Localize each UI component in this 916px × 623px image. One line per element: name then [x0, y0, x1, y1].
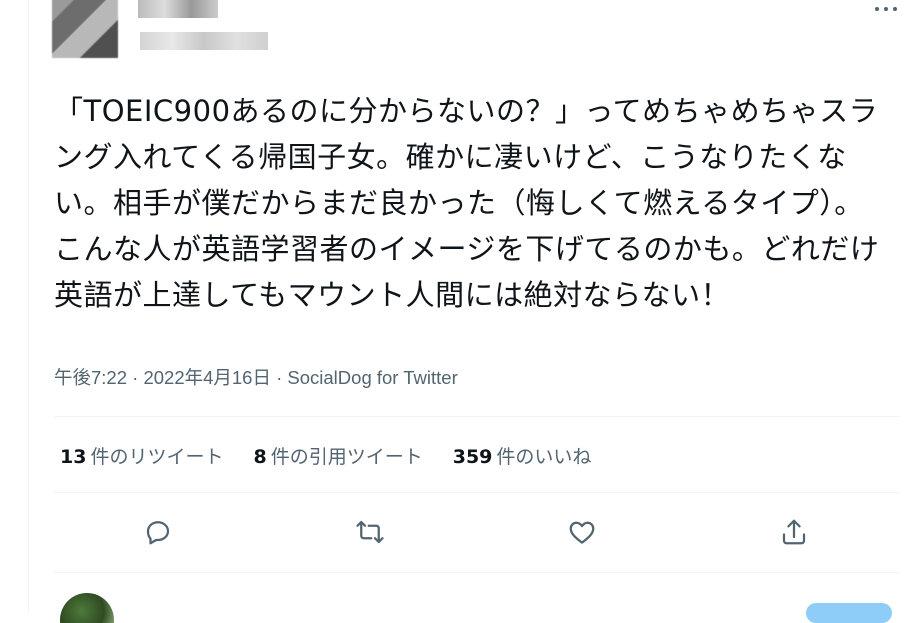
tweet-text: 「TOEIC900あるのに分からないの？」ってめちゃめちゃスラング入れてくる帰国…	[54, 94, 880, 312]
heart-icon	[569, 521, 595, 544]
reply-icon	[146, 521, 170, 545]
divider	[54, 572, 900, 573]
share-button[interactable]	[774, 512, 814, 552]
reply-submit-button[interactable]	[806, 603, 892, 623]
quote-stat[interactable]: 8 件の引用ツイート	[253, 442, 422, 469]
reply-button[interactable]	[138, 512, 178, 552]
retweet-label: 件のリツイート	[90, 446, 224, 468]
like-count: 359	[452, 446, 493, 468]
tweet-stats: 13 件のリツイート 8 件の引用ツイート 359 件のいいね	[60, 442, 591, 469]
retweet-count: 13	[60, 446, 87, 468]
avatar[interactable]	[52, 0, 118, 58]
retweet-icon	[356, 520, 384, 544]
divider	[54, 492, 900, 493]
more-icon[interactable]	[874, 0, 900, 18]
divider	[54, 416, 900, 417]
tweet-actions	[130, 512, 850, 552]
reply-composer-avatar[interactable]	[60, 593, 114, 623]
retweet-stat[interactable]: 13 件のリツイート	[60, 442, 223, 469]
like-label: 件のいいね	[496, 446, 592, 468]
retweet-button[interactable]	[350, 512, 390, 552]
quote-count: 8	[253, 446, 267, 468]
display-name-blurred[interactable]	[138, 0, 218, 18]
timeline-border	[28, 0, 29, 612]
like-button[interactable]	[562, 512, 602, 552]
like-stat[interactable]: 359 件のいいね	[453, 442, 592, 469]
username-blurred[interactable]	[140, 32, 268, 50]
quote-label: 件の引用ツイート	[270, 446, 423, 468]
tweet-meta[interactable]: 午後7:22 · 2022年4月16日 · SocialDog for Twit…	[54, 364, 458, 390]
share-icon	[782, 519, 806, 545]
